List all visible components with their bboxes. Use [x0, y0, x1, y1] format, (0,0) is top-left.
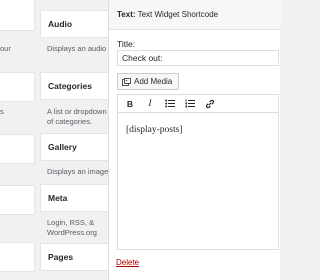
- media-icon: [122, 77, 131, 86]
- widget-box-partial[interactable]: [0, 242, 35, 272]
- add-media-label: Add Media: [134, 77, 173, 86]
- widget-title: Gallery: [48, 142, 77, 152]
- widget-box-partial[interactable]: [0, 185, 35, 215]
- widget-header-title: Text: Text Widget Shortcode: [117, 10, 218, 19]
- widget-description: A list or dropdown of categories.: [47, 107, 107, 126]
- widget-description-partial: s: [0, 107, 4, 116]
- bullet-list-button[interactable]: [164, 98, 176, 110]
- widget-instance-title: Text Widget Shortcode: [137, 10, 219, 19]
- widget-gallery[interactable]: Gallery: [40, 133, 112, 161]
- insert-link-button[interactable]: [204, 98, 216, 110]
- text-editor[interactable]: B I [display-posts]: [117, 94, 279, 250]
- text-widget-panel: Text: Text Widget Shortcode Title: Add M…: [108, 0, 281, 280]
- widget-header[interactable]: Text: Text Widget Shortcode: [109, 0, 281, 30]
- numbered-list-button[interactable]: [184, 98, 196, 110]
- add-media-button[interactable]: Add Media: [117, 73, 179, 90]
- bullet-list-icon: [165, 99, 175, 108]
- widget-audio[interactable]: Audio: [40, 10, 112, 38]
- available-widgets-column: Audio Displays an audio Categories A lis…: [40, 0, 112, 280]
- widget-description: Login, RSS, & WordPress.org links.: [47, 218, 97, 237]
- widget-pages[interactable]: Pages: [40, 243, 112, 271]
- link-icon: [205, 99, 215, 108]
- widget-box-partial[interactable]: [0, 134, 35, 164]
- available-widgets-left-column: our s: [0, 0, 36, 280]
- bold-button[interactable]: B: [124, 98, 136, 110]
- widget-description: Displays an image: [47, 167, 109, 176]
- italic-button[interactable]: I: [144, 98, 156, 110]
- widget-box-partial[interactable]: [0, 0, 35, 31]
- editor-content[interactable]: [display-posts]: [126, 125, 182, 135]
- widget-categories[interactable]: Categories: [40, 72, 112, 100]
- title-label: Title:: [117, 39, 136, 49]
- widget-type-label: Text:: [117, 10, 136, 19]
- widget-title: Audio: [48, 19, 73, 29]
- widget-title: Pages: [48, 252, 74, 262]
- editor-toolbar: B I: [118, 95, 278, 113]
- delete-link[interactable]: Delete: [116, 258, 139, 267]
- widget-meta[interactable]: Meta: [40, 184, 112, 212]
- widget-description-partial: our: [0, 44, 11, 53]
- title-input[interactable]: [117, 50, 279, 66]
- numbered-list-icon: [185, 99, 195, 108]
- widget-title: Meta: [48, 193, 68, 203]
- widget-description: Displays an audio: [47, 44, 107, 53]
- widget-title: Categories: [48, 81, 92, 91]
- widget-box-partial[interactable]: [0, 72, 35, 102]
